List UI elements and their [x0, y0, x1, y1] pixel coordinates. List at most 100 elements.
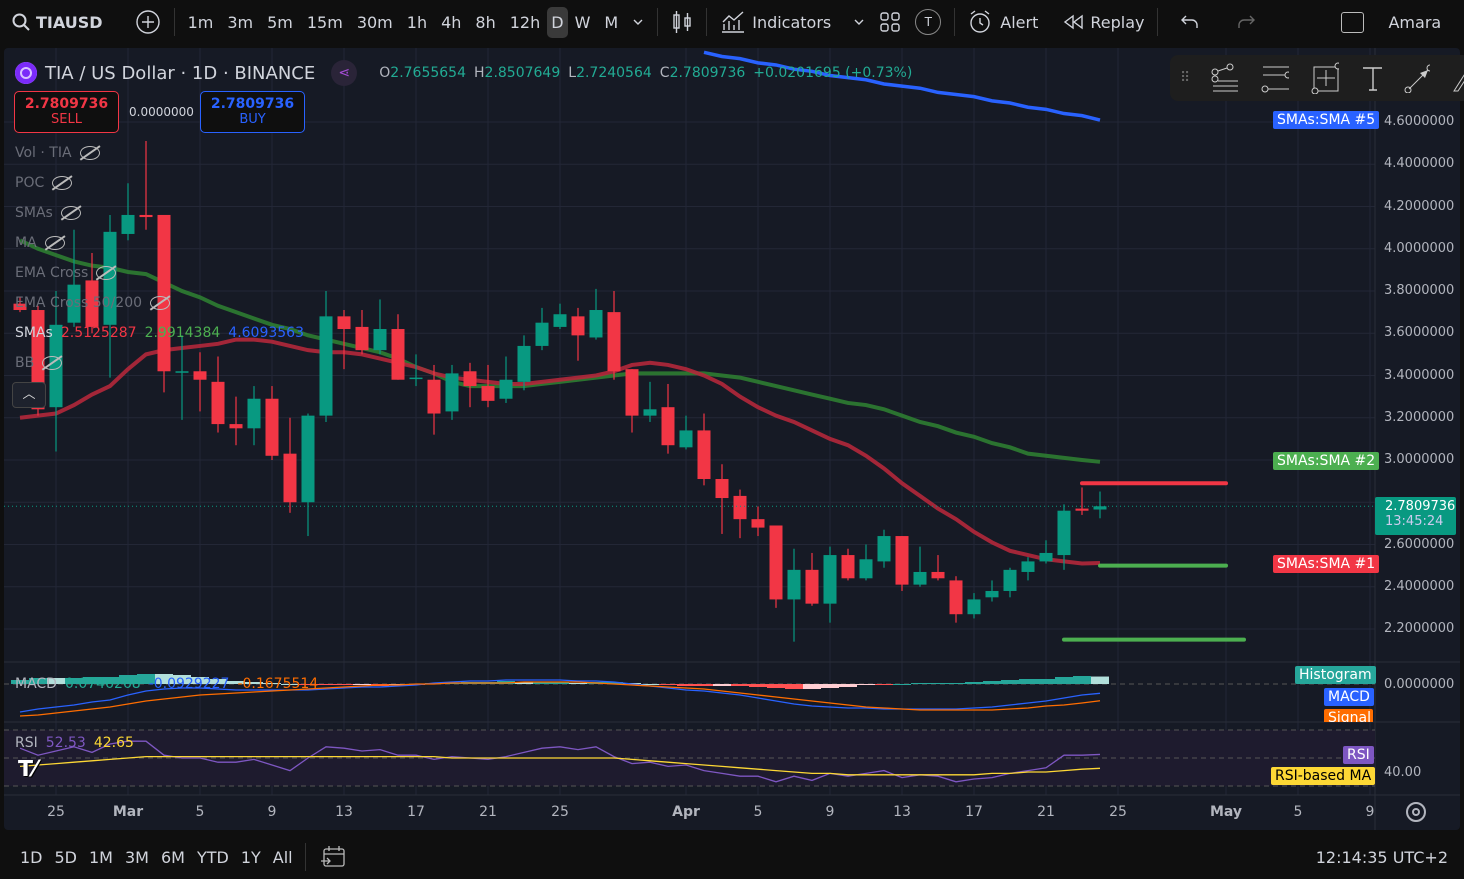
range-ytd[interactable]: YTD — [191, 848, 235, 867]
range-6m[interactable]: 6M — [155, 848, 191, 867]
candle-body — [895, 536, 909, 585]
eye-slash-icon[interactable] — [96, 266, 117, 280]
brush-tool-icon[interactable] — [1452, 63, 1464, 93]
macd-histogram-bar — [335, 684, 353, 685]
legend-item[interactable]: Vol · TIA — [15, 145, 100, 161]
clock[interactable]: 12:14:35 UTC+2 — [1316, 848, 1448, 867]
candle-body — [625, 369, 639, 416]
candle-body — [859, 559, 873, 579]
symbol-title[interactable]: TIA / US Dollar · 1D · BINANCE — [45, 63, 315, 84]
buy-button[interactable]: 2.7809736 BUY — [200, 91, 305, 133]
macd-histogram-bar — [965, 682, 983, 684]
sma5-value: 4.6093563 — [228, 325, 304, 341]
symbol-header: TIA / US Dollar · 1D · BINANCE ⋖ O 2.7655… — [15, 60, 912, 86]
legend-item[interactable]: SMAs — [15, 205, 81, 221]
legend-item[interactable]: POC — [15, 175, 73, 191]
open-label: O — [379, 65, 391, 81]
legend-item-name: POC — [15, 175, 45, 191]
macd-histogram-bar — [929, 683, 947, 684]
legend-item[interactable]: MA — [15, 235, 65, 251]
range-all[interactable]: All — [267, 848, 299, 867]
time-axis-label: 17 — [965, 804, 983, 820]
candle-body — [553, 314, 567, 327]
candle-body — [193, 371, 207, 380]
legend-item[interactable]: EMA Cross 50/200 — [15, 295, 171, 311]
range-1y[interactable]: 1Y — [235, 848, 267, 867]
text-tool-icon[interactable] — [1361, 64, 1382, 92]
tia-logo-icon — [15, 62, 37, 84]
price-axis-label: 4.6000000 — [1384, 114, 1455, 129]
sell-button[interactable]: 2.7809736 SELL — [14, 91, 119, 133]
sma1-value: 2.5125287 — [60, 325, 137, 341]
smas-legend[interactable]: SMAs 2.5125287 2.9914384 4.6093563 — [15, 325, 304, 341]
change-value: +0.0201695 (+0.73%) — [753, 65, 913, 81]
rsi-legend-name: RSI — [15, 735, 38, 751]
macd-legend[interactable]: MACD 0.0746268 -0.0929227 -0.1675514 — [15, 676, 318, 692]
eye-slash-icon[interactable] — [79, 146, 100, 160]
close-label: C — [659, 65, 670, 81]
drag-handle-icon[interactable]: ⠿ — [1180, 70, 1190, 86]
eye-slash-icon[interactable] — [44, 236, 65, 250]
candle-body — [535, 322, 549, 346]
candle-body — [877, 536, 891, 562]
macd-hist-value: 0.0746268 — [64, 676, 141, 692]
macd-histogram-bar — [317, 684, 335, 685]
macd-histogram-bar — [875, 684, 893, 685]
high-label: H — [474, 65, 485, 81]
range-5d[interactable]: 5D — [49, 848, 84, 867]
macd-histogram-bar — [659, 684, 677, 685]
eye-slash-icon[interactable] — [52, 176, 73, 190]
rsi-value: 52.53 — [45, 735, 86, 751]
legend-item-name: SMAs — [15, 205, 53, 221]
trend-channel-icon[interactable] — [1210, 63, 1239, 93]
candle-body — [373, 329, 387, 351]
goto-date-icon[interactable] — [320, 845, 346, 869]
last-price-badge: 2.7809736 13:45:24 — [1375, 497, 1456, 535]
price-axis-label: 2.2000000 — [1384, 621, 1455, 636]
candle-body — [823, 555, 837, 604]
legend-item-name: EMA Cross 50/200 — [15, 295, 143, 311]
horizontal-lines-icon[interactable] — [1260, 63, 1289, 93]
rsi-ma-value: 42.65 — [93, 735, 134, 751]
legend-item[interactable]: EMA Cross — [15, 265, 117, 281]
range-1m[interactable]: 1M — [83, 848, 119, 867]
candle-body — [769, 525, 783, 600]
eye-slash-icon[interactable] — [150, 296, 171, 310]
candle-body — [463, 371, 477, 387]
legend-item-name: EMA Cross — [15, 265, 89, 281]
settings-gear-icon[interactable] — [1406, 802, 1426, 822]
high-value: 2.8507649 — [484, 65, 561, 81]
eye-slash-icon[interactable] — [60, 206, 81, 220]
range-group: 1D 5D 1M 3M 6M YTD 1Y All — [14, 848, 299, 867]
macd-badge: MACD — [1324, 688, 1374, 706]
time-axis-label: 25 — [1109, 804, 1127, 820]
sell-label: SELL — [51, 112, 82, 127]
long-position-icon[interactable] — [1311, 62, 1339, 94]
macd-legend-name: MACD — [15, 676, 57, 692]
candle-body — [805, 569, 819, 604]
rsi-legend[interactable]: RSI 52.53 42.65 — [15, 735, 134, 751]
bb-legend[interactable]: BB — [15, 355, 63, 371]
candle-body — [1057, 510, 1071, 556]
candle-body — [265, 398, 279, 456]
eye-slash-icon[interactable] — [42, 356, 63, 370]
candle-body — [337, 316, 351, 330]
macd-histogram-bar — [893, 684, 911, 685]
smas-legend-name: SMAs — [15, 325, 53, 341]
macd-histogram-bar — [1019, 679, 1037, 684]
range-1d[interactable]: 1D — [14, 848, 49, 867]
candle-body — [607, 312, 621, 372]
share-icon[interactable]: ⋖ — [331, 60, 358, 86]
price-axis-label: 3.4000000 — [1384, 367, 1455, 383]
price-axis-label: 2.4000000 — [1384, 578, 1455, 594]
tradingview-logo[interactable]: ꓔ⁄ — [18, 757, 37, 782]
price-axis-label: 2.6000000 — [1384, 536, 1455, 552]
candle-body — [229, 424, 243, 429]
macd-histogram-bar — [1091, 676, 1109, 684]
range-3m[interactable]: 3M — [119, 848, 155, 867]
collapse-legend-button[interactable]: ︿ — [12, 382, 46, 408]
candle-body — [1021, 561, 1035, 572]
candle-body — [175, 371, 189, 373]
macd-histogram-bar — [569, 683, 587, 684]
arrow-tool-icon[interactable] — [1404, 63, 1431, 93]
